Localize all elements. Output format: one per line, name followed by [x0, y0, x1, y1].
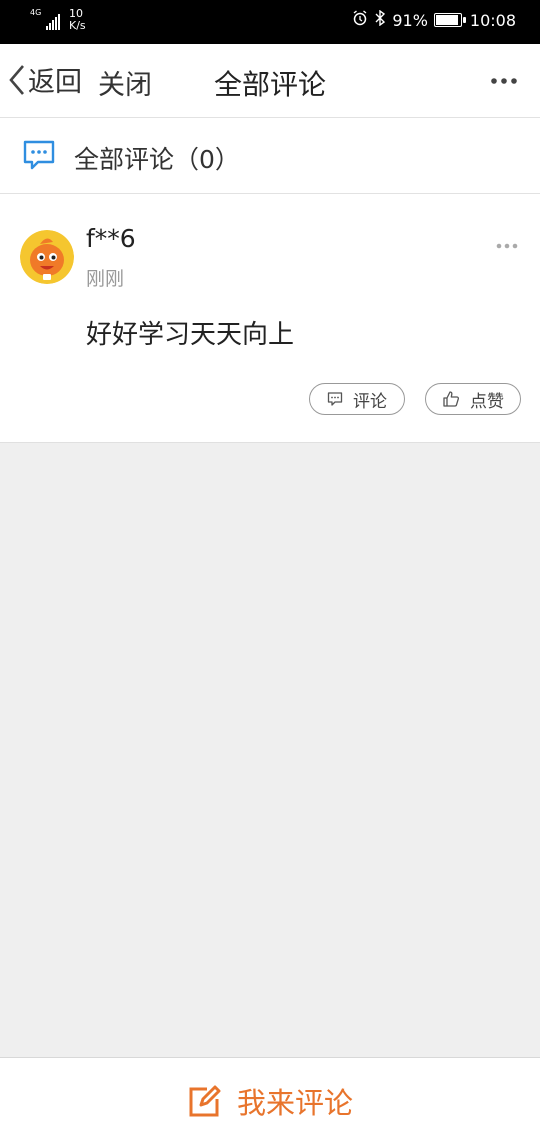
battery-icon — [433, 13, 466, 27]
like-label: 点赞 — [470, 391, 504, 412]
status-left: 4G 10 K/s — [30, 8, 86, 32]
network-speed: 10 K/s — [69, 8, 86, 32]
section-title: 全部评论（0） — [74, 145, 240, 174]
nav-bar: 返回 关闭 全部评论 — [0, 44, 540, 118]
comments-section-header: 全部评论（0） — [0, 118, 540, 194]
page-title: 全部评论 — [213, 68, 326, 101]
speed-unit: K/s — [69, 19, 86, 32]
comment-more-button[interactable] — [496, 234, 518, 253]
bottom-bar: 我来评论 — [0, 1057, 540, 1140]
comment-username[interactable]: f**6 — [86, 224, 136, 253]
signal-icon — [46, 14, 61, 30]
reply-comment-button[interactable]: 评论 — [309, 383, 405, 415]
more-horizontal-icon — [496, 243, 518, 249]
comment-item: f**6 刚刚 好好学习天天向上 评论 点赞 — [0, 194, 540, 443]
comment-icon — [327, 392, 343, 406]
alarm-icon — [352, 10, 368, 30]
chat-bubble-icon — [22, 138, 56, 176]
comment-body: 好好学习天天向上 — [86, 320, 295, 350]
write-comment-label: 我来评论 — [236, 1086, 353, 1120]
comment-timestamp: 刚刚 — [86, 268, 125, 290]
battery-percent: 91% — [392, 10, 428, 30]
more-horizontal-icon — [491, 78, 517, 84]
edit-icon — [189, 1085, 221, 1117]
avatar[interactable] — [20, 230, 74, 284]
status-right: 91% 10:08 — [352, 9, 516, 30]
network-type: 4G — [30, 8, 42, 17]
reply-comment-label: 评论 — [353, 391, 387, 412]
more-options-button[interactable] — [490, 70, 518, 89]
status-bar: 4G 10 K/s 91% 10:08 — [0, 0, 540, 44]
bluetooth-icon — [374, 9, 386, 30]
thumbs-up-icon — [443, 391, 460, 407]
clock: 10:08 — [469, 10, 516, 30]
like-button[interactable]: 点赞 — [425, 383, 521, 415]
write-comment-button[interactable]: 我来评论 — [0, 1080, 540, 1122]
